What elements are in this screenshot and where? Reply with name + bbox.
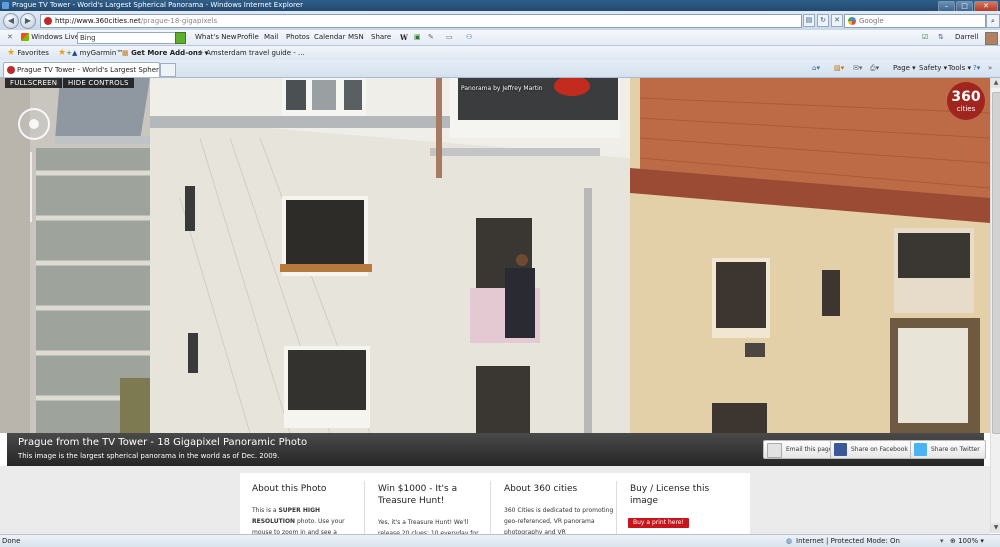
- mail-icon[interactable]: ✉▾: [853, 60, 862, 77]
- live-link-profile[interactable]: Profile: [237, 30, 259, 45]
- about-360-heading: About 360 cities: [504, 484, 578, 494]
- feeds-icon[interactable]: ▨▾: [834, 60, 844, 77]
- favorite-get-addons[interactable]: ▦ Get More Add-ons ▾: [122, 46, 208, 60]
- buy-license-heading: Buy / License this image: [630, 484, 710, 506]
- site-favicon: [44, 17, 52, 25]
- scroll-up-icon[interactable]: ▲: [991, 78, 1000, 88]
- live-link-msn[interactable]: MSN: [348, 30, 364, 45]
- home-icon[interactable]: ⌂▾: [812, 60, 820, 77]
- add-favorite-icon[interactable]: ★+: [58, 46, 72, 60]
- favorites-button[interactable]: ★ Favorites: [7, 46, 49, 60]
- pan-control[interactable]: [18, 108, 50, 140]
- about-360-column: About 360 cities 360 Cities is dedicated…: [492, 473, 613, 534]
- photo-title: Prague from the TV Tower - 18 Gigapixel …: [18, 437, 308, 448]
- window-title: Prague TV Tower - World's Largest Spheri…: [12, 1, 303, 9]
- windows-live-toolbar: ✕ Windows Live Bing What's New Profile M…: [0, 30, 1000, 46]
- live-link-photos[interactable]: Photos: [286, 30, 310, 45]
- security-zone[interactable]: Internet | Protected Mode: On: [796, 535, 900, 547]
- envelope-icon: [767, 443, 782, 458]
- customize-icon[interactable]: ☑: [922, 30, 928, 45]
- page-menu[interactable]: Page ▾: [893, 60, 916, 77]
- page-scrollbar[interactable]: ▲ ▼: [990, 78, 1000, 533]
- protected-mode-icon[interactable]: ▾: [940, 535, 944, 547]
- windows-live-button[interactable]: Windows Live: [21, 30, 79, 45]
- scrollbar-thumb[interactable]: [992, 92, 1000, 434]
- info-columns: About this Photo This is a SUPER HIGH RE…: [240, 473, 750, 534]
- treasure-hunt-heading: Win $1000 - It's a Treasure Hunt!: [378, 484, 458, 506]
- favorite-amsterdam[interactable]: ✈ Amsterdam travel guide - ...: [198, 46, 305, 60]
- back-button[interactable]: ◀: [3, 13, 19, 29]
- tab-active[interactable]: Prague TV Tower - World's Largest Spheri…: [3, 62, 160, 77]
- tools-menu[interactable]: Tools ▾: [948, 60, 971, 77]
- zoom-slider[interactable]: [30, 152, 32, 222]
- about-360-text: 360 Cities is dedicated to promoting geo…: [504, 507, 614, 534]
- toolbar-close-icon[interactable]: ✕: [7, 30, 13, 45]
- facebook-icon: [834, 443, 847, 456]
- help-icon[interactable]: ?▾: [973, 60, 980, 77]
- tab-row: Prague TV Tower - World's Largest Spheri…: [0, 60, 1000, 78]
- toolbar-chevron-icon[interactable]: »: [988, 60, 992, 77]
- globe-icon: ◍: [786, 537, 793, 545]
- spaces-icon[interactable]: ▣: [414, 30, 421, 45]
- twitter-icon: [914, 443, 927, 456]
- about-photo-column: About this Photo This is a SUPER HIGH RE…: [240, 473, 350, 534]
- site-favicon: [7, 66, 15, 74]
- bing-search-button[interactable]: [175, 32, 186, 44]
- window-title-bar: Prague TV Tower - World's Largest Spheri…: [0, 0, 1000, 12]
- search-input[interactable]: Google: [844, 14, 986, 28]
- favorite-mygarmin[interactable]: ▲ myGarmin™: [72, 46, 123, 60]
- address-input[interactable]: http://www.360cities.net/prague-18-gigap…: [40, 14, 802, 28]
- buy-print-button[interactable]: Buy a print here!: [628, 518, 689, 528]
- zoom-level[interactable]: ⊕ 100% ▾: [950, 535, 984, 547]
- live-link-calendar[interactable]: Calendar: [314, 30, 345, 45]
- edit-icon[interactable]: ✎: [428, 30, 434, 45]
- 360cities-logo[interactable]: 360 cities: [947, 82, 985, 120]
- panorama-image: [0, 78, 990, 433]
- word-icon[interactable]: W: [400, 30, 408, 45]
- hide-controls-button[interactable]: HIDE CONTROLS: [63, 78, 134, 88]
- panorama-credit: Panorama by Jeffrey Martin: [461, 85, 543, 92]
- treasure-hunt-column: Win $1000 - It's a Treasure Hunt! Yes, i…: [366, 473, 479, 534]
- sync-icon[interactable]: ⇅: [938, 30, 944, 45]
- search-icon[interactable]: ⌕: [986, 14, 1000, 28]
- status-bar: Done ◍ Internet | Protected Mode: On ▾ ⊕…: [0, 534, 1000, 547]
- email-page-button[interactable]: Email this page: [763, 440, 839, 459]
- print-icon[interactable]: ⎙▾: [870, 60, 879, 77]
- windows-flag-icon: [21, 33, 29, 41]
- share-facebook-button[interactable]: Share on Facebook: [830, 440, 914, 459]
- live-link-whats-new[interactable]: What's New: [195, 30, 236, 45]
- panorama-viewer[interactable]: [0, 78, 990, 433]
- photo-subtitle: This image is the largest spherical pano…: [18, 452, 280, 460]
- people-icon[interactable]: ⚇: [466, 30, 472, 45]
- messenger-icon[interactable]: ▭: [446, 30, 453, 45]
- about-photo-text: This is a SUPER HIGH RESOLUTION photo. U…: [252, 507, 345, 534]
- live-link-share[interactable]: Share: [371, 30, 391, 45]
- favorites-bar: ★ Favorites ★+ ▲ myGarmin™ ▦ Get More Ad…: [0, 46, 1000, 60]
- star-icon: ★: [7, 48, 16, 58]
- status-text: Done: [2, 537, 21, 545]
- stop-icon[interactable]: ✕: [831, 14, 843, 27]
- about-photo-heading: About this Photo: [252, 484, 327, 494]
- ie-icon: [2, 2, 9, 9]
- treasure-hunt-text: Yes, it's a Treasure Hunt! We'll release…: [378, 519, 479, 534]
- fullscreen-button[interactable]: FULLSCREEN: [5, 78, 63, 88]
- live-link-mail[interactable]: Mail: [264, 30, 278, 45]
- safety-menu[interactable]: Safety ▾: [919, 60, 947, 77]
- address-bar-row: ◀ ▶ http://www.360cities.net/prague-18-g…: [0, 11, 1000, 30]
- scroll-down-icon[interactable]: ▼: [991, 523, 1000, 533]
- bing-search-input[interactable]: Bing: [77, 32, 176, 44]
- share-twitter-button[interactable]: Share on Twitter: [910, 440, 986, 459]
- forward-button[interactable]: ▶: [20, 13, 36, 29]
- avatar[interactable]: [985, 32, 998, 45]
- refresh-icon[interactable]: ↻: [817, 14, 829, 27]
- new-tab-button[interactable]: [160, 63, 176, 77]
- compatibility-view-icon[interactable]: ▤: [803, 14, 815, 27]
- google-icon: [848, 17, 856, 25]
- user-menu[interactable]: Darrell: [955, 30, 978, 45]
